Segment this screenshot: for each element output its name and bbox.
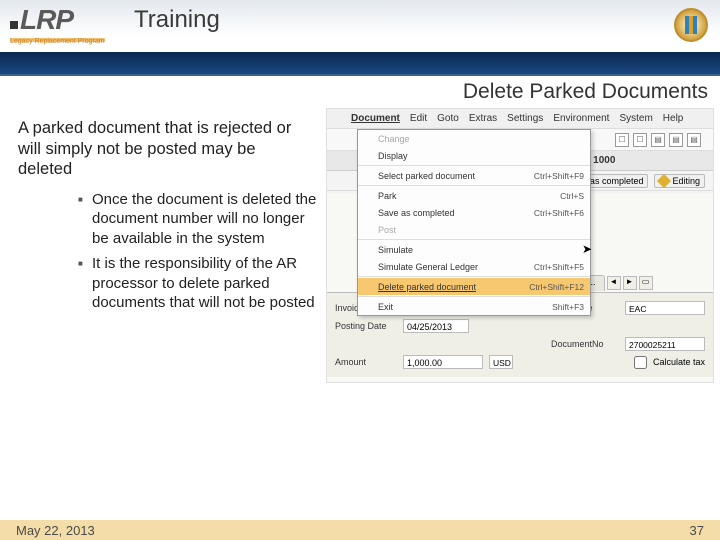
menu-help[interactable]: Help [663,113,684,124]
logo-square-icon [10,21,18,29]
slide-header: LRP Legacy Replacement Program Training [0,0,720,52]
slide-title: Delete Parked Documents [0,76,720,104]
menu-separator [358,185,590,186]
sap-menubar: Document Edit Goto Extras Settings Envir… [327,109,713,129]
list-item: ■Once the document is deleted the docume… [78,190,318,249]
document-dropdown: Change Display Select parked documentCtr… [357,129,591,316]
form-row: Amount 1,000.00 USD Calculate tax [335,353,705,371]
toolbar-icon[interactable]: ☐ [615,133,629,147]
slide-footer: May 22, 2013 37 [0,520,720,540]
footer-date: May 22, 2013 [16,523,95,538]
toolbar-icon[interactable]: ▤ [687,133,701,147]
cursor-icon: ➤ [582,242,592,256]
field-label: DocumentNo [551,339,619,349]
menu-item-simulate-gl[interactable]: Simulate General LedgerCtrl+Shift+F5 [358,258,590,275]
toolbar-icon[interactable]: ▤ [669,133,683,147]
header-gradient [0,0,720,52]
training-label: Training [134,6,220,34]
reference-field[interactable]: EAC [625,301,705,315]
menu-item-save-completed[interactable]: Save as completedCtrl+Shift+F6 [358,204,590,221]
menu-separator [358,165,590,166]
menu-item-exit[interactable]: ExitShift+F3 [358,298,590,315]
editing-button[interactable]: Editing [654,174,705,188]
menu-item-select-parked[interactable]: Select parked documentCtrl+Shift+F9 [358,167,590,184]
bullet-icon: ■ [78,190,92,249]
list-item: ■It is the responsibility of the AR proc… [78,254,318,313]
seal-icon [674,8,708,42]
documentno-field[interactable]: 2700025211 [625,337,705,351]
form-row: DocumentNo 2700025211 [335,335,705,353]
bullet-icon: ■ [78,254,92,313]
menu-separator [358,239,590,240]
logo-text: LRP [10,4,105,36]
logo-subtitle: Legacy Replacement Program [10,38,105,45]
menu-separator [358,276,590,277]
tab-nav-right-icon[interactable]: ► [623,276,637,290]
menu-item-display[interactable]: Display [358,147,590,164]
toolbar-icon[interactable]: ☐ [633,133,647,147]
menu-edit[interactable]: Edit [410,113,427,124]
menu-environment[interactable]: Environment [553,113,609,124]
currency-field[interactable]: USD [489,355,513,369]
intro-paragraph: A parked document that is rejected or wi… [18,118,308,180]
bullet-list: ■Once the document is deleted the docume… [78,190,318,313]
menu-item-park[interactable]: ParkCtrl+S [358,187,590,204]
field-label: Amount [335,357,397,367]
menu-item-post: Post [358,221,590,238]
pencil-icon [657,173,671,187]
tab-nav-left-icon[interactable]: ◄ [607,276,621,290]
field-label: Calculate tax [653,357,705,367]
blue-stripe [0,52,720,76]
sap-screenshot: Document Edit Goto Extras Settings Envir… [326,108,714,383]
menu-extras[interactable]: Extras [469,113,497,124]
form-row: Posting Date 04/25/2013 [335,317,705,335]
amount-field[interactable]: 1,000.00 [403,355,483,369]
menu-item-delete-parked[interactable]: Delete parked documentCtrl+Shift+F12 [358,278,590,295]
menu-goto[interactable]: Goto [437,113,459,124]
field-label: Posting Date [335,321,397,331]
toolbar-icon[interactable]: ▤ [651,133,665,147]
logo-block: LRP Legacy Replacement Program [10,4,105,45]
posting-date-field[interactable]: 04/25/2013 [403,319,469,333]
page-number: 37 [690,523,704,538]
calculate-tax-checkbox[interactable] [634,356,647,369]
menu-system[interactable]: System [619,113,652,124]
menu-separator [358,296,590,297]
menu-settings[interactable]: Settings [507,113,543,124]
tab-list-icon[interactable]: ▭ [639,276,653,290]
menu-document[interactable]: Document [351,113,400,124]
menu-item-change: Change [358,130,590,147]
menu-item-simulate[interactable]: Simulate [358,241,590,258]
